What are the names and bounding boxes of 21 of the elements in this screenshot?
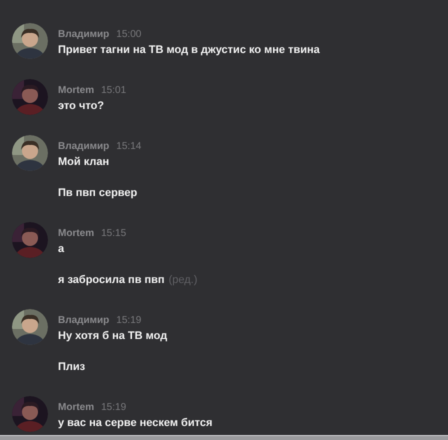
- message-text: а: [58, 242, 64, 258]
- message-time: 15:19: [101, 400, 126, 414]
- author-name[interactable]: Владимир: [58, 138, 110, 154]
- author-name[interactable]: Владимир: [58, 312, 110, 328]
- message-time: 15:14: [116, 140, 142, 154]
- message-text: Плиз: [58, 360, 86, 376]
- message-text: Привет тагни на ТВ мод в джустис ко мне твина: [58, 43, 320, 58]
- message-text: я забросила пв пвп: [58, 273, 165, 288]
- author-name[interactable]: Владимир: [58, 26, 110, 42]
- message-text: это что?: [58, 99, 104, 114]
- author-name[interactable]: Mortem: [58, 82, 94, 98]
- author-name[interactable]: Mortem: [58, 400, 94, 414]
- message-text: Пв пвп сервер: [58, 186, 138, 202]
- message-text: Мой клан: [58, 155, 110, 170]
- message-text: Ну хотя б на ТВ мод: [58, 329, 168, 344]
- message-text: у вас на серве нескем бится: [58, 416, 212, 432]
- message-time: 15:15: [101, 226, 126, 240]
- author-name[interactable]: Mortem: [58, 226, 94, 240]
- message-time: 15:01: [101, 84, 126, 98]
- message-time: 15:19: [116, 314, 142, 328]
- message-time: 15:00: [116, 28, 142, 42]
